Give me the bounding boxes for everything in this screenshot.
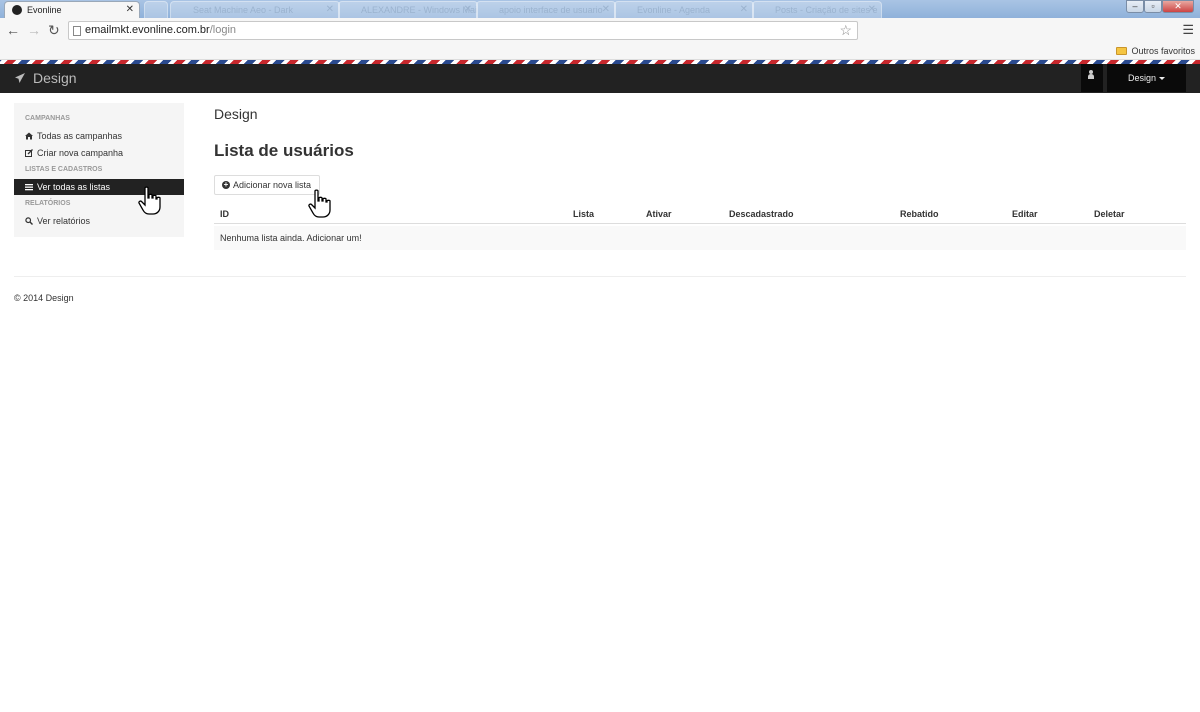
- back-arrow-icon[interactable]: ←: [6, 22, 20, 38]
- forward-arrow-icon[interactable]: →: [27, 22, 41, 38]
- hand-cursor-icon: [138, 186, 161, 215]
- column-header-descadastrado: Descadastrado: [729, 209, 794, 219]
- bookmark-folder-other[interactable]: Outros favoritos: [1116, 44, 1195, 58]
- caret-down-icon: [1159, 77, 1165, 81]
- app-navbar: Design Design: [0, 64, 1200, 93]
- footer-divider: [14, 276, 1186, 277]
- bookmark-star-icon[interactable]: ☆: [839, 22, 852, 39]
- sidebar-item-label: Criar nova campanha: [37, 148, 124, 158]
- search-icon: [25, 217, 33, 225]
- home-icon: [25, 132, 33, 140]
- footer-text: © 2014 Design: [14, 293, 74, 303]
- section-title: Design: [214, 106, 258, 122]
- browser-tab-background[interactable]: Posts - Criação de sites e ✕: [752, 1, 882, 18]
- url-host: emailmkt.evonline.com.br: [85, 24, 210, 36]
- browser-tab-background[interactable]: apoio interface de usuario ✕: [476, 1, 616, 18]
- browser-tab-background[interactable]: Seat Machine Aeo - Dark ✕: [170, 1, 340, 18]
- sidebar-item-label: Todas as campanhas: [37, 131, 123, 141]
- bookmarks-bar: Outros favoritos: [0, 43, 1200, 60]
- bookmark-folder-label: Outros favoritos: [1131, 46, 1195, 56]
- sidebar-header-relatorios: RELATÓRIOS: [25, 200, 71, 207]
- sidebar-item-label: Ver todas as listas: [37, 182, 111, 192]
- tab-close-icon[interactable]: ✕: [126, 2, 134, 18]
- window-close-icon[interactable]: ✕: [1162, 0, 1194, 13]
- sidebar: CAMPANHAS Todas as campanhas Criar nova …: [14, 103, 184, 237]
- background-tab-title: Posts - Criação de sites e: [775, 5, 878, 15]
- column-header-id: ID: [220, 209, 229, 219]
- column-header-lista: Lista: [573, 209, 595, 219]
- sidebar-item-label: Ver relatórios: [37, 216, 91, 226]
- browser-tab-blank[interactable]: [144, 1, 168, 18]
- folder-icon: [1116, 47, 1128, 55]
- empty-message: Nenhuma lista ainda. Adicionar um!: [220, 233, 362, 243]
- tab-close-icon[interactable]: ✕: [326, 2, 334, 18]
- brand-link[interactable]: Design: [14, 64, 77, 92]
- brand-label: Design: [33, 70, 77, 86]
- sidebar-item-criar-campanha[interactable]: Criar nova campanha: [14, 145, 184, 161]
- column-header-rebatido: Rebatido: [900, 209, 939, 219]
- browser-menu-icon[interactable]: ☰: [1182, 22, 1194, 38]
- column-header-editar: Editar: [1012, 209, 1038, 219]
- navbar-right: Design: [1076, 64, 1186, 92]
- user-icon[interactable]: [1081, 64, 1103, 92]
- plus-circle-icon: +: [222, 180, 230, 189]
- sidebar-header-listas: LISTAS E CADASTROS: [25, 166, 103, 173]
- browser-tab-background[interactable]: ALEXANDRE - Windows Mail ✕: [338, 1, 478, 18]
- reload-icon[interactable]: ↻: [48, 22, 60, 38]
- page-title: Lista de usuários: [214, 141, 354, 160]
- tab-close-icon[interactable]: ✕: [464, 2, 472, 18]
- minimize-icon[interactable]: –: [1126, 0, 1144, 13]
- browser-tab-strip: Evonline ✕ Seat Machine Aeo - Dark ✕ ALE…: [0, 0, 1200, 18]
- browser-tab-active[interactable]: Evonline ✕: [4, 1, 140, 18]
- edit-icon: [25, 149, 33, 157]
- tab-close-icon[interactable]: ✕: [868, 2, 876, 18]
- address-bar[interactable]: emailmkt.evonline.com.br/login ☆: [68, 21, 858, 40]
- column-header-deletar: Deletar: [1094, 209, 1125, 219]
- browser-tab-background[interactable]: Evonline - Agenda ✕: [614, 1, 754, 18]
- table-header: ID Lista Ativar Descadastrado Rebatido E…: [214, 206, 1186, 224]
- background-tab-title: apoio interface de usuario: [499, 5, 603, 15]
- background-tab-title: ALEXANDRE - Windows Mail: [361, 5, 478, 15]
- site-favicon-icon: [12, 5, 22, 15]
- url-path: /login: [209, 24, 237, 36]
- hand-cursor-icon: [308, 189, 331, 218]
- background-tab-title: Evonline - Agenda: [637, 5, 711, 15]
- add-list-button-label: Adicionar nova lista: [233, 180, 312, 190]
- column-header-ativar: Ativar: [646, 209, 672, 219]
- tab-close-icon[interactable]: ✕: [740, 2, 748, 18]
- paper-plane-icon: [15, 73, 25, 83]
- user-dropdown[interactable]: Design: [1107, 64, 1186, 92]
- user-dropdown-label: Design: [1127, 73, 1156, 83]
- table-empty-row: Nenhuma lista ainda. Adicionar um!: [214, 226, 1186, 250]
- list-icon: [25, 184, 33, 191]
- maximize-icon[interactable]: ▫: [1144, 0, 1162, 13]
- tab-close-icon[interactable]: ✕: [602, 2, 610, 18]
- page-icon: [73, 26, 81, 36]
- sidebar-item-todas-campanhas[interactable]: Todas as campanhas: [14, 128, 184, 144]
- background-tab-title: Seat Machine Aeo - Dark: [193, 5, 294, 15]
- add-list-button[interactable]: + Adicionar nova lista: [214, 175, 320, 195]
- browser-toolbar: ← → ↻ emailmkt.evonline.com.br/login ☆ ☰: [0, 18, 1200, 43]
- tab-title: Evonline: [27, 5, 62, 15]
- sidebar-header-campanhas: CAMPANHAS: [25, 115, 70, 122]
